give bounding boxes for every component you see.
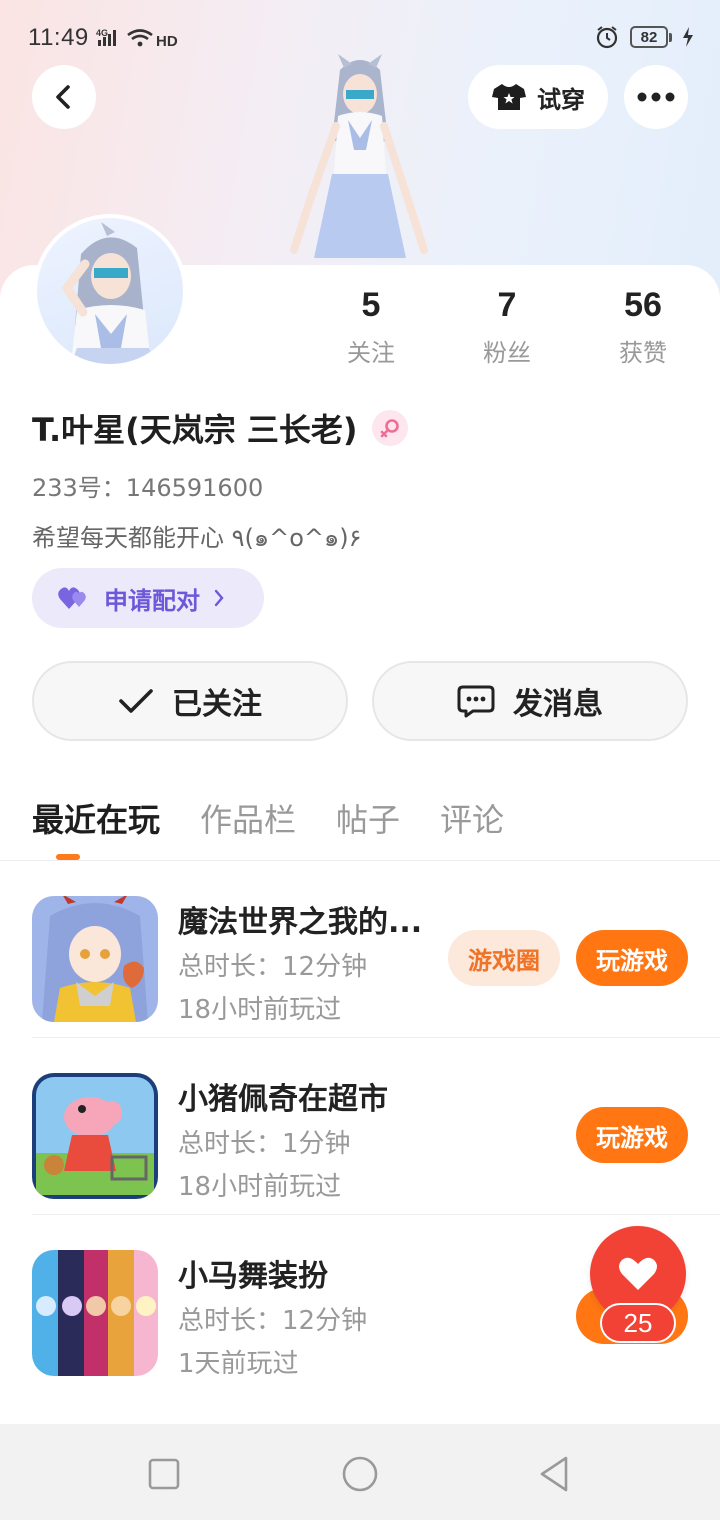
hd-label: HD <box>156 33 178 48</box>
game-circle-button[interactable]: 游戏圈 <box>448 930 560 986</box>
back-triangle-icon[interactable] <box>534 1452 578 1496</box>
check-icon <box>119 689 153 713</box>
game-duration: 总时长：12分钟 <box>178 1306 368 1336</box>
like-count: 25 <box>600 1303 676 1343</box>
heart-icon <box>619 1257 657 1290</box>
double-heart-icon <box>58 587 86 609</box>
chat-bubble-icon <box>457 685 495 718</box>
profile-tabs: 最近在玩 作品栏 帖子 评论 <box>32 795 504 851</box>
avatar[interactable] <box>33 214 187 368</box>
apply-pairing-button[interactable]: 申请配对 <box>32 568 264 628</box>
try-on-button[interactable]: 试穿 <box>468 65 608 129</box>
battery-icon: 82 <box>630 26 672 48</box>
back-button[interactable] <box>32 65 96 129</box>
game-duration: 总时长：1分钟 <box>178 1129 351 1159</box>
following-button[interactable]: 已关注 <box>32 661 348 741</box>
user-id: 233号：146591600 <box>32 474 264 502</box>
game-title: 魔法世界之我的... <box>178 905 423 940</box>
more-options-button[interactable] <box>624 65 688 129</box>
stat-fans[interactable]: 7 粉丝 <box>447 285 567 368</box>
apply-pairing-label: 申请配对 <box>104 586 200 615</box>
back-arrow-icon <box>56 85 70 109</box>
tab-posts[interactable]: 帖子 <box>336 795 400 851</box>
tab-comments[interactable]: 评论 <box>440 795 504 851</box>
female-gender-icon <box>371 410 408 446</box>
chevron-right-icon <box>214 589 224 607</box>
username: T.叶星(天岚宗 三长老) <box>32 411 358 449</box>
user-bio: 希望每天都能开心 ٩(๑^o^๑)۶ <box>32 524 362 552</box>
send-message-button[interactable]: 发消息 <box>372 661 688 741</box>
stat-likes[interactable]: 56 获赞 <box>583 285 703 368</box>
charging-bolt-icon <box>683 27 693 47</box>
alarm-clock-icon <box>596 26 618 49</box>
stat-following-value: 5 <box>361 286 381 324</box>
network-signal-icon: 4G HD <box>96 28 178 48</box>
username-row: T.叶星(天岚宗 三长老) <box>32 405 408 451</box>
game-list-item[interactable]: 魔法世界之我的... 总时长：12分钟 18小时前玩过 游戏圈 玩游戏 <box>32 862 720 1038</box>
system-navigation-bar <box>0 1424 720 1520</box>
send-message-label: 发消息 <box>513 687 603 722</box>
game-icon-magic-world <box>32 896 158 1022</box>
game-last-played: 1天前玩过 <box>178 1349 299 1379</box>
try-on-label: 试穿 <box>537 85 585 114</box>
stat-fans-value: 7 <box>497 286 517 324</box>
stat-likes-value: 56 <box>624 286 662 324</box>
game-last-played: 18小时前玩过 <box>178 1172 342 1202</box>
play-game-button[interactable]: 玩游戏 <box>576 930 688 986</box>
avatar-3d-character <box>280 50 440 266</box>
stat-following[interactable]: 5 关注 <box>311 285 431 368</box>
game-last-played: 18小时前玩过 <box>178 995 342 1025</box>
stat-likes-label: 获赞 <box>619 339 667 367</box>
game-title: 小马舞装扮 <box>178 1259 328 1294</box>
battery-level: 82 <box>630 26 668 48</box>
following-label: 已关注 <box>172 687 262 722</box>
game-list-item[interactable]: 小猪佩奇在超市 总时长：1分钟 18小时前玩过 玩游戏 <box>32 1039 720 1215</box>
stat-following-label: 关注 <box>347 339 395 367</box>
tab-works[interactable]: 作品栏 <box>200 795 296 851</box>
tab-recently-played[interactable]: 最近在玩 <box>32 795 160 851</box>
game-icon-peppa-pig <box>32 1073 158 1199</box>
stat-fans-label: 粉丝 <box>483 339 531 367</box>
game-title: 小猪佩奇在超市 <box>178 1082 388 1117</box>
play-game-button[interactable]: 玩游戏 <box>576 1107 688 1163</box>
recent-apps-icon[interactable] <box>142 1452 186 1496</box>
tshirt-icon <box>492 84 526 110</box>
network-type-label: 4G <box>96 28 108 38</box>
status-time: 11:49 <box>28 24 89 51</box>
tabs-divider <box>0 860 720 861</box>
more-dots-icon <box>637 92 675 102</box>
game-duration: 总时长：12分钟 <box>178 952 368 982</box>
home-circle-icon[interactable] <box>338 1452 382 1496</box>
game-icon-pony-dress-up <box>32 1250 158 1376</box>
